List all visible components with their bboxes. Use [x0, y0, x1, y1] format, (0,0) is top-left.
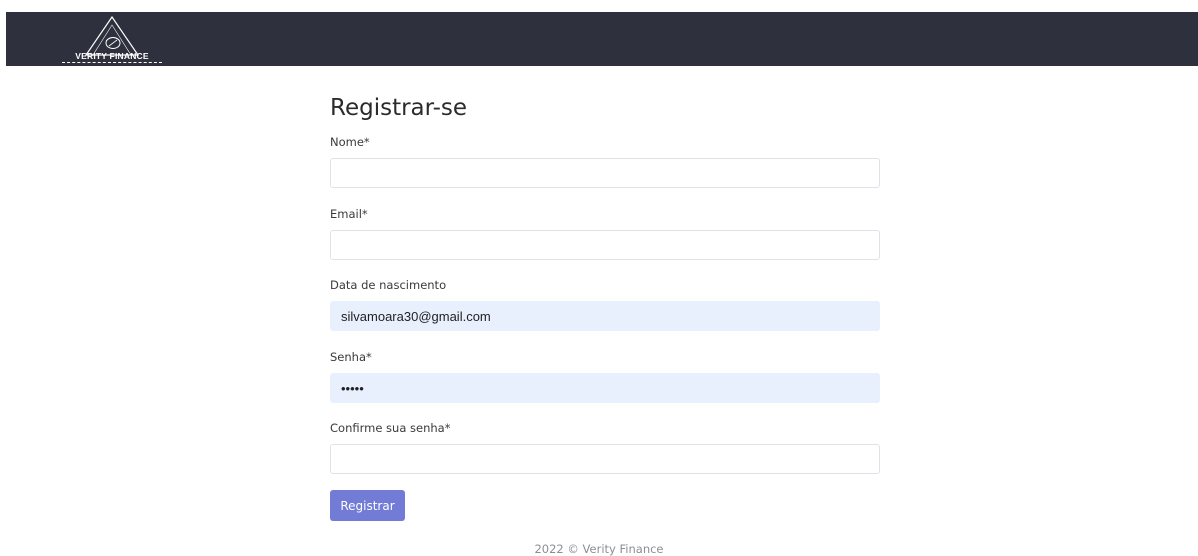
brand-logo[interactable]: VERITY FINANCE [62, 16, 172, 66]
name-label: Nome* [330, 135, 370, 149]
confirm-password-label: Confirme sua senha* [330, 421, 451, 435]
email-label: Email* [330, 207, 368, 221]
footer-copyright: 2022 © Verity Finance [534, 542, 664, 556]
birthdate-label: Data de nascimento [330, 278, 447, 292]
page-title: Registrar-se [330, 95, 468, 121]
password-input[interactable] [330, 373, 880, 403]
top-navbar: VERITY FINANCE [6, 12, 1198, 66]
name-input[interactable] [330, 158, 880, 188]
register-button[interactable]: Registrar [330, 490, 405, 521]
brand-name: VERITY FINANCE [62, 51, 162, 63]
email-input[interactable] [330, 230, 880, 260]
birthdate-input[interactable] [330, 301, 880, 331]
logo-mark-icon [84, 16, 140, 56]
password-label: Senha* [330, 350, 372, 364]
confirm-password-input[interactable] [330, 444, 880, 474]
